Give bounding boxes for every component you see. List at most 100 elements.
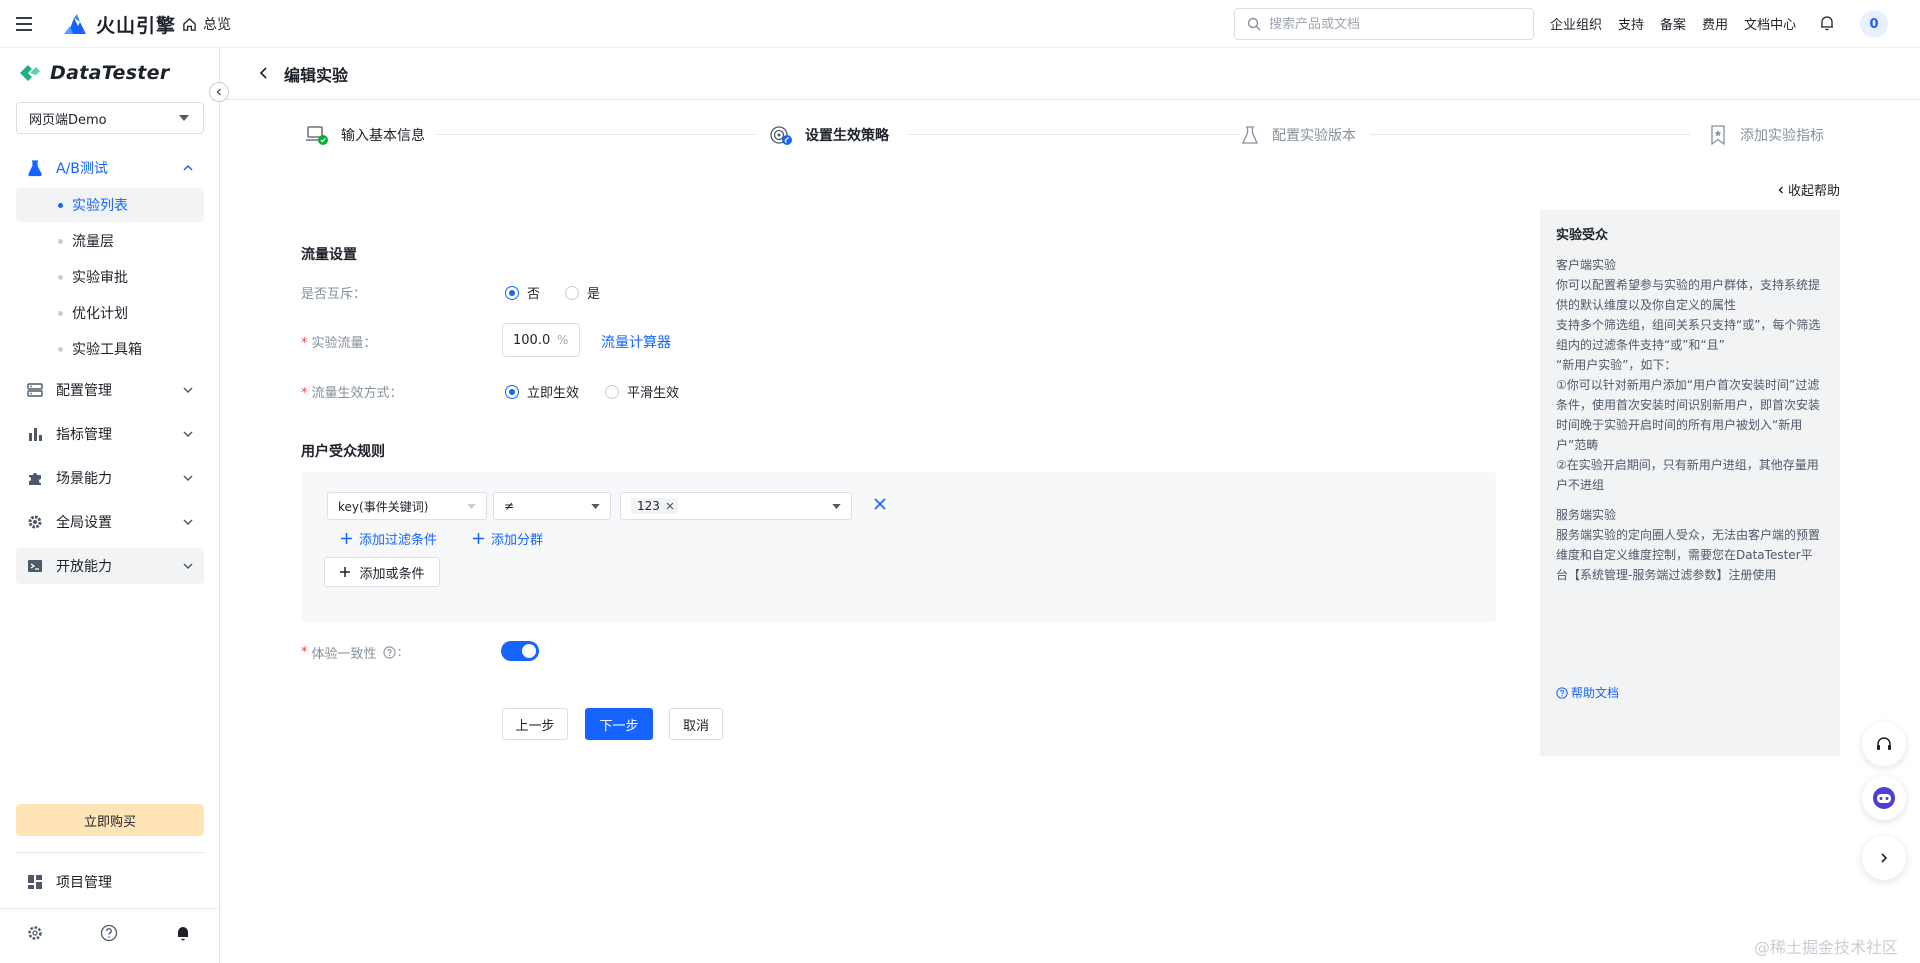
add-or-label: 添加或条件: [359, 566, 425, 582]
chevron-down-icon: [183, 387, 193, 394]
add-filter-button[interactable]: 添加过滤条件: [340, 529, 437, 548]
audience-section-title: 用户受众规则: [301, 444, 385, 460]
project-select[interactable]: 网页端Demo: [16, 102, 204, 134]
rule-value-select[interactable]: 123: [620, 492, 852, 520]
notification-bell-icon[interactable]: [1818, 14, 1838, 34]
menu-open-ability-label: 开放能力: [56, 559, 112, 575]
sidebar-item-traffic-layer[interactable]: 流量层: [16, 224, 204, 258]
nav-enterprise-org[interactable]: 企业组织: [1550, 14, 1602, 33]
hamburger-menu-icon[interactable]: [14, 14, 34, 34]
add-segment-button[interactable]: 添加分群: [472, 529, 543, 548]
question-icon[interactable]: [382, 646, 396, 659]
overview-link[interactable]: 总览: [182, 14, 231, 34]
rule-operator-value: ≠: [504, 499, 515, 513]
add-segment-label: 添加分群: [491, 533, 544, 548]
user-avatar[interactable]: 0: [1860, 10, 1888, 38]
collapse-help-label: 收起帮助: [1788, 184, 1841, 199]
robot-icon: [1873, 787, 1895, 809]
datatester-logo-icon: [20, 65, 40, 81]
step-config-version[interactable]: 配置实验版本: [1240, 124, 1356, 146]
cancel-button[interactable]: 取消: [669, 708, 723, 740]
effect-radio-smooth[interactable]: 平滑生效: [605, 382, 679, 401]
dashboard-icon: [28, 875, 42, 889]
help-circle-icon[interactable]: [100, 924, 120, 944]
expand-panel-button[interactable]: [1862, 836, 1906, 880]
menu-config-management[interactable]: 配置管理: [16, 372, 204, 408]
menu-global-settings[interactable]: 全局设置: [16, 504, 204, 540]
chevron-down-icon: [183, 475, 193, 482]
step-connector: [436, 134, 756, 135]
bell-icon[interactable]: [174, 924, 194, 944]
gear-icon: [28, 515, 42, 529]
menu-scenario-ability-label: 场景能力: [56, 471, 112, 487]
volcengine-logo[interactable]: 火山引擎: [64, 10, 176, 38]
sidebar-item-experiment-list[interactable]: 实验列表: [16, 188, 204, 222]
search-icon: [1247, 17, 1261, 31]
menu-metric-management[interactable]: 指标管理: [16, 416, 204, 452]
radio-label: 是: [587, 287, 601, 302]
search-input[interactable]: [1269, 16, 1519, 32]
datatester-logo: DataTester: [18, 62, 170, 84]
flow-label: * 实验流量：: [301, 336, 377, 351]
chevron-down-icon: [183, 519, 193, 526]
step-add-metrics[interactable]: 添加实验指标: [1708, 124, 1824, 146]
nav-filing[interactable]: 备案: [1660, 14, 1686, 33]
menu-open-ability[interactable]: 开放能力: [16, 548, 204, 584]
step-effective-strategy[interactable]: 设置生效策略: [769, 124, 889, 146]
sub-item-label: 流量层: [72, 234, 114, 250]
mutex-radio-yes[interactable]: 是: [565, 283, 600, 302]
customer-service-button[interactable]: [1862, 722, 1906, 766]
effect-radio-immediate[interactable]: 立即生效: [505, 382, 579, 401]
rule-operator-select[interactable]: ≠: [493, 492, 611, 520]
sidebar-item-optimization-plan[interactable]: 优化计划: [16, 296, 204, 330]
settings-gear-icon[interactable]: [26, 924, 46, 944]
nav-support[interactable]: 支持: [1618, 14, 1644, 33]
value-tag: 123: [631, 498, 678, 514]
help-doc-link[interactable]: 帮助文档: [1556, 684, 1619, 701]
bar-chart-icon: [29, 428, 42, 441]
prev-step-button[interactable]: 上一步: [502, 708, 568, 740]
mutex-label: 是否互斥：: [301, 283, 366, 302]
help-text: 你可以配置希望参与实验的用户群体，支持系统提供的默认维度以及你自定义的属性: [1556, 278, 1821, 312]
value-tag-text: 123: [637, 499, 660, 513]
next-step-button[interactable]: 下一步: [585, 708, 653, 740]
radio-dot: [505, 384, 519, 399]
caret-down-icon: [179, 115, 189, 121]
sub-item-label: 实验审批: [72, 270, 128, 286]
consistency-label: * 体验一致性 :: [301, 645, 402, 662]
help-doc-label: 帮助文档: [1571, 686, 1620, 700]
search-box[interactable]: [1234, 8, 1534, 40]
plus-icon: [473, 533, 484, 544]
help-text: ①你可以针对新用户添加“用户首次安装时间”过滤条件，使用首次安装时间识别新用户，…: [1556, 378, 1821, 452]
add-or-condition-button[interactable]: 添加或条件: [324, 557, 440, 587]
consistency-toggle[interactable]: [501, 641, 539, 661]
target-icon: [770, 126, 792, 145]
sidebar-item-experiment-approval[interactable]: 实验审批: [16, 260, 204, 294]
laptop-check-icon: [306, 126, 328, 145]
flow-input-box[interactable]: %: [502, 323, 580, 357]
back-arrow-icon[interactable]: [256, 65, 272, 81]
project-management-label: 项目管理: [56, 875, 112, 891]
caret-down-icon: [467, 503, 476, 509]
buy-now-button[interactable]: 立即购买: [16, 804, 204, 836]
collapse-help-button[interactable]: 收起帮助: [1776, 180, 1840, 199]
project-management-link[interactable]: 项目管理: [16, 864, 204, 900]
delete-rule-icon[interactable]: [874, 498, 886, 510]
step-basic-info[interactable]: 输入基本信息: [305, 124, 425, 146]
sidebar-item-experiment-toolbox[interactable]: 实验工具箱: [16, 332, 204, 366]
question-icon: [1556, 686, 1568, 699]
close-icon[interactable]: [666, 502, 674, 510]
rule-key-select[interactable]: key(事件关键词): [327, 492, 487, 520]
sidebar-collapse-button[interactable]: [209, 82, 229, 102]
ai-assistant-button[interactable]: [1862, 776, 1906, 820]
flow-input[interactable]: [513, 332, 553, 348]
nav-docs[interactable]: 文档中心: [1744, 14, 1796, 33]
nav-billing[interactable]: 费用: [1702, 14, 1728, 33]
top-nav: 企业组织 支持 备案 费用 文档中心: [1550, 14, 1796, 33]
menu-scenario-ability[interactable]: 场景能力: [16, 460, 204, 496]
radio-dot: [605, 384, 619, 399]
flow-calculator-link[interactable]: 流量计算器: [601, 332, 671, 352]
help-title: 实验受众: [1556, 228, 1609, 243]
mutex-radio-no[interactable]: 否: [505, 283, 540, 302]
menu-ab-test[interactable]: A/B测试: [16, 150, 204, 186]
